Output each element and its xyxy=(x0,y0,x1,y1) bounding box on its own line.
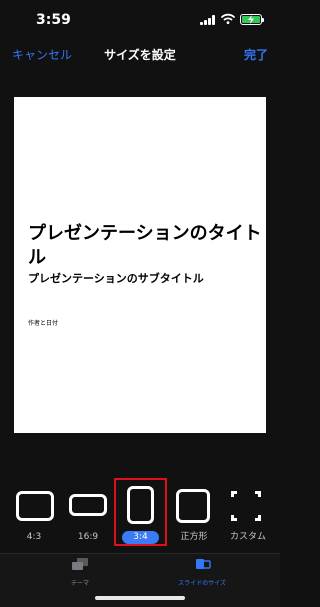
size-option-label: カスタム xyxy=(229,532,266,542)
done-button[interactable]: 完了 xyxy=(244,46,268,63)
ratio-4-3-icon xyxy=(16,491,54,521)
slide-title: プレゼンテーションのタイトル xyxy=(28,223,262,268)
cancel-button[interactable]: キャンセル xyxy=(12,46,72,63)
size-option-label: 16:9 xyxy=(77,532,99,542)
status-time: 3:59 xyxy=(36,12,71,28)
tab-label: テーマ xyxy=(70,580,89,587)
square-icon xyxy=(176,489,210,523)
slide-subtitle: プレゼンテーションのサブタイトル xyxy=(28,272,204,285)
theme-icon xyxy=(72,558,88,570)
ratio-16-9-icon xyxy=(69,494,107,516)
size-option-label: 正方形 xyxy=(180,532,208,542)
tab-label: スライドのサイズ xyxy=(178,580,226,587)
size-option-label: 4:3 xyxy=(26,532,42,542)
size-option-4-3[interactable]: 4:3 xyxy=(6,478,62,546)
size-option-custom[interactable]: カスタム xyxy=(222,478,274,546)
home-indicator xyxy=(95,596,185,600)
selection-highlight xyxy=(114,478,167,546)
battery-icon xyxy=(240,14,264,25)
status-bar: 3:59 xyxy=(0,0,280,40)
charging-bolt-icon xyxy=(248,15,254,24)
size-option-square[interactable]: 正方形 xyxy=(168,478,220,546)
slide-preview: プレゼンテーションのタイトル プレゼンテーションのサブタイトル 作者と日付 xyxy=(14,97,266,433)
tab-theme[interactable]: テーマ xyxy=(40,556,120,587)
size-option-16-9[interactable]: 16:9 xyxy=(63,478,113,546)
slide-size-icon xyxy=(196,559,211,569)
cellular-signal-icon xyxy=(200,15,216,25)
tab-slide-size[interactable]: スライドのサイズ xyxy=(160,556,244,587)
wifi-icon xyxy=(221,13,235,24)
navigation-bar: キャンセル サイズを設定 完了 xyxy=(0,40,280,70)
slide-author-date: 作者と日付 xyxy=(28,320,59,327)
custom-size-icon xyxy=(231,491,261,521)
